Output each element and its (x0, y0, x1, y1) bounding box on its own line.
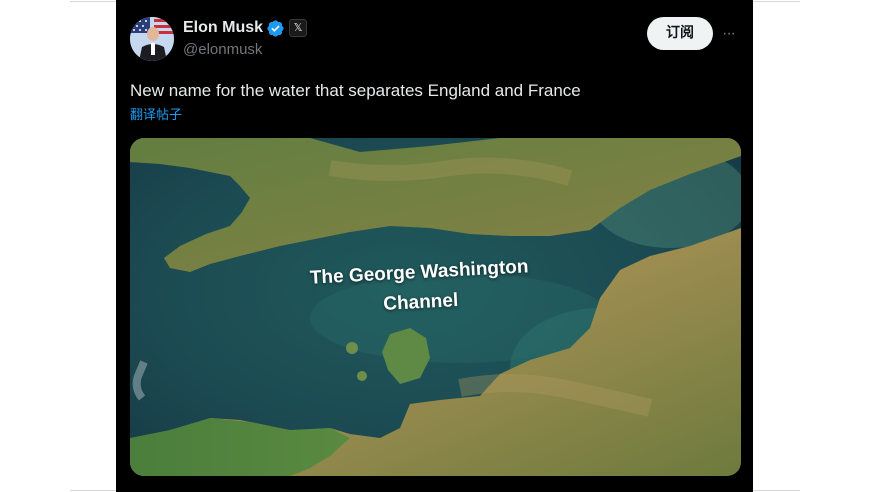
more-icon[interactable]: ··· (722, 26, 740, 42)
x-logo-icon: 𝕏 (289, 19, 307, 37)
tweet-card: Elon Musk 𝕏 @elonmusk 订阅 ··· New name fo… (116, 0, 753, 492)
author-handle[interactable]: @elonmusk (183, 40, 262, 59)
subscribe-button[interactable]: 订阅 (647, 17, 713, 50)
tweet-text: New name for the water that separates En… (130, 81, 581, 100)
translate-post-link[interactable]: 翻译帖子 (130, 107, 182, 125)
verified-badge-icon (267, 20, 284, 37)
avatar[interactable] (130, 17, 174, 61)
author-name[interactable]: Elon Musk (183, 18, 263, 38)
tweet-media-image[interactable]: The George Washington Channel (130, 138, 741, 476)
